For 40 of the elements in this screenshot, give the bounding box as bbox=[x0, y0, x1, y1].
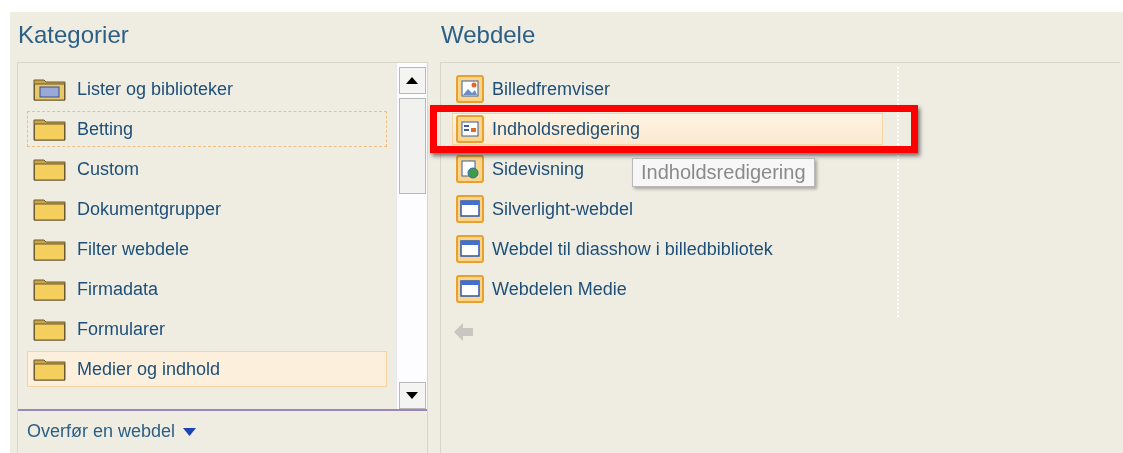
tooltip: Indholdsredigering bbox=[632, 158, 815, 187]
category-item[interactable]: Betting bbox=[27, 111, 387, 147]
category-item[interactable]: Medier og indhold bbox=[27, 351, 387, 387]
scrollbar[interactable] bbox=[396, 63, 427, 409]
webpart-item[interactable]: Sidevisning bbox=[452, 153, 590, 185]
category-item[interactable]: Dokumentgrupper bbox=[27, 191, 387, 227]
dropdown-caret-icon bbox=[183, 427, 197, 436]
window-icon bbox=[456, 195, 484, 223]
upload-webpart-link[interactable]: Overfør en webdel bbox=[27, 421, 197, 442]
category-item[interactable]: Firmadata bbox=[27, 271, 387, 307]
folder-icon bbox=[33, 237, 67, 261]
webpart-item[interactable]: Webdel til diasshow i billedbibliotek bbox=[452, 233, 778, 265]
webparts-title: Webdele bbox=[440, 20, 537, 50]
down-arrow-icon bbox=[406, 392, 418, 399]
folder-icon bbox=[33, 317, 67, 341]
folder-icon bbox=[33, 117, 67, 141]
category-item[interactable]: Filter webdele bbox=[27, 231, 387, 267]
webpart-item[interactable]: Silverlight-webdel bbox=[452, 193, 639, 225]
webpart-item[interactable]: Billedfremviser bbox=[452, 73, 616, 105]
scroll-down-button[interactable] bbox=[398, 382, 426, 409]
category-item[interactable]: Custom bbox=[27, 151, 387, 187]
window-icon bbox=[456, 235, 484, 263]
folder-icon bbox=[33, 277, 67, 301]
picture-icon bbox=[456, 75, 484, 103]
webpart-item[interactable]: Indholdsredigering bbox=[452, 113, 883, 145]
scroll-thumb[interactable] bbox=[398, 98, 426, 194]
window-icon bbox=[456, 275, 484, 303]
folder-icon bbox=[33, 157, 67, 181]
page-globe-icon bbox=[456, 155, 484, 183]
category-item[interactable]: Lister og biblioteker bbox=[27, 71, 387, 107]
content-editor-icon bbox=[456, 115, 484, 143]
folder-icon bbox=[33, 197, 67, 221]
up-arrow-icon bbox=[406, 77, 418, 84]
back-arrow-icon[interactable] bbox=[454, 323, 474, 341]
webpart-item[interactable]: Webdelen Medie bbox=[452, 273, 632, 305]
folder-icon bbox=[33, 357, 67, 381]
category-item[interactable]: Formularer bbox=[27, 311, 387, 347]
scroll-up-button[interactable] bbox=[398, 67, 426, 94]
folder-list-icon bbox=[33, 77, 67, 101]
categories-title: Kategorier bbox=[17, 20, 130, 50]
